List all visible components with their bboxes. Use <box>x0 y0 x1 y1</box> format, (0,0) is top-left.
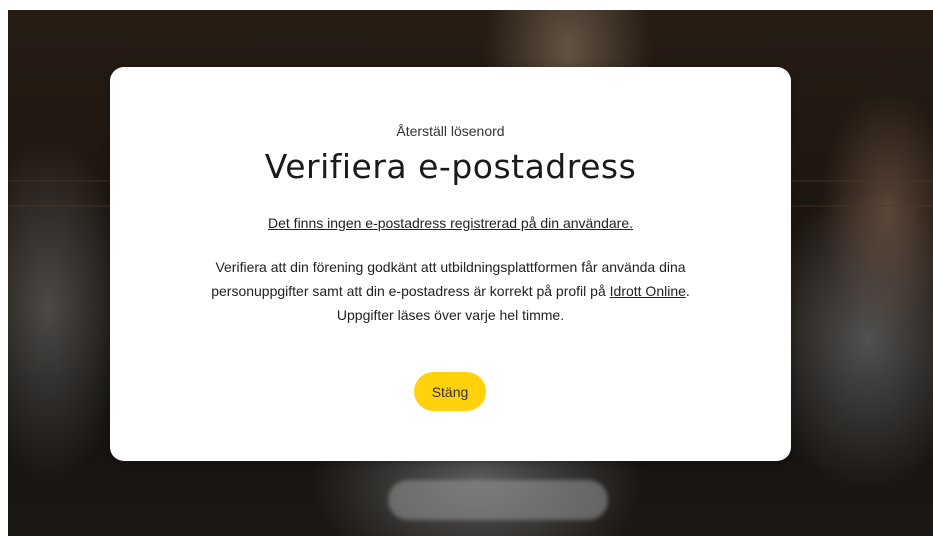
body-line-3: Uppgifter läses över varje hel timme. <box>336 307 565 323</box>
body-line-2: personuppgifter samt att din e-postadres… <box>150 279 751 303</box>
background-belt <box>388 480 608 520</box>
body-line-1: Verifiera att din förening godkänt att u… <box>215 259 686 275</box>
dialog-eyebrow: Återställ lösenord <box>396 123 505 139</box>
body-line-2-prefix: personuppgifter samt att din e-postadres… <box>211 283 610 299</box>
dialog-body: Verifiera att din förening godkänt att u… <box>150 255 751 327</box>
idrott-online-link[interactable]: Idrott Online <box>610 283 686 299</box>
no-email-warning: Det finns ingen e-postadress registrerad… <box>268 215 633 231</box>
page: Återställ lösenord Verifiera e-postadres… <box>0 0 933 536</box>
body-line-2-suffix: . <box>685 283 690 299</box>
close-button[interactable]: Stäng <box>414 372 486 411</box>
dialog-title: Verifiera e-postadress <box>264 147 637 186</box>
verify-email-dialog: Återställ lösenord Verifiera e-postadres… <box>110 67 791 461</box>
